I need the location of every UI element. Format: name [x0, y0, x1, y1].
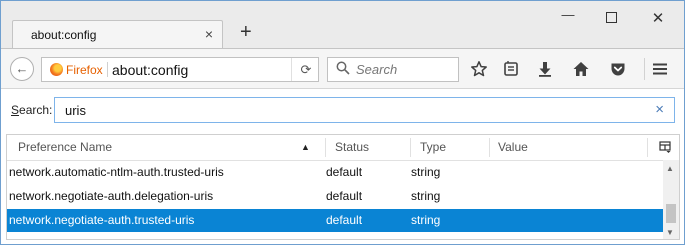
- identity-label[interactable]: Firefox: [66, 63, 103, 77]
- table-row-selected[interactable]: network.negotiate-auth.trusted-uris defa…: [7, 209, 663, 232]
- toolbar-separator: [644, 58, 645, 80]
- clear-search-icon[interactable]: ×: [655, 101, 664, 118]
- download-icon[interactable]: [535, 60, 555, 80]
- column-picker-icon[interactable]: [659, 141, 671, 153]
- maximize-icon: [605, 12, 617, 23]
- close-window-button[interactable]: ✕: [648, 11, 668, 27]
- config-search-value: uris: [65, 103, 86, 118]
- column-header-value[interactable]: Value: [498, 135, 528, 160]
- column-separator: [647, 138, 648, 157]
- table-row[interactable]: network.automatic-ntlm-auth.trusted-uris…: [7, 161, 663, 184]
- close-tab-icon[interactable]: ×: [205, 26, 213, 42]
- tab-about-config[interactable]: about:config ×: [12, 20, 223, 48]
- web-search-box[interactable]: Search: [327, 57, 459, 82]
- url-separator: [107, 62, 108, 77]
- pref-status: default: [326, 165, 363, 179]
- firefox-logo-icon: [50, 63, 63, 76]
- pref-status: default: [326, 213, 363, 227]
- pref-type: string: [411, 189, 441, 203]
- tab-title: about:config: [31, 28, 97, 42]
- column-header-status[interactable]: Status: [335, 135, 369, 160]
- scroll-up-icon[interactable]: ▲: [666, 164, 674, 173]
- vertical-scrollbar[interactable]: ▲ ▼: [663, 160, 679, 239]
- column-header-preference-name[interactable]: Preference Name: [18, 135, 112, 160]
- column-separator[interactable]: [489, 138, 490, 157]
- config-search-input[interactable]: uris ×: [54, 97, 675, 123]
- search-icon: [336, 61, 350, 75]
- back-button[interactable]: ←: [10, 57, 34, 81]
- scroll-down-icon[interactable]: ▼: [666, 228, 674, 237]
- preferences-table: Preference Name ▲ Status Type Value netw…: [6, 134, 680, 240]
- search-label-rest: earch:: [19, 103, 53, 117]
- pref-type: string: [411, 165, 441, 179]
- search-label-accesskey: S: [11, 103, 20, 117]
- star-icon[interactable]: [469, 60, 489, 80]
- new-tab-button[interactable]: +: [240, 22, 252, 42]
- column-separator[interactable]: [325, 138, 326, 157]
- search-placeholder: Search: [356, 62, 398, 77]
- navigation-toolbar: ← Firefox about:config ⟳ Search: [1, 48, 684, 89]
- reading-list-icon[interactable]: [501, 60, 521, 80]
- reload-button[interactable]: ⟳: [291, 58, 320, 81]
- menu-icon[interactable]: [650, 60, 670, 80]
- pref-type: string: [411, 213, 441, 227]
- browser-window: about:config × + — ✕ ← Firefox about:con…: [0, 0, 685, 245]
- title-bar: about:config × + — ✕: [1, 1, 684, 48]
- maximize-button[interactable]: [601, 11, 621, 27]
- pref-name: network.automatic-ntlm-auth.trusted-uris: [9, 165, 224, 179]
- scroll-thumb[interactable]: [666, 204, 676, 223]
- home-icon[interactable]: [571, 60, 591, 80]
- url-input[interactable]: about:config: [112, 62, 188, 78]
- pref-name: network.negotiate-auth.trusted-uris: [9, 213, 195, 227]
- column-separator[interactable]: [410, 138, 411, 157]
- pref-status: default: [326, 189, 363, 203]
- config-search-row: Search: uris ×: [1, 89, 684, 132]
- table-header: Preference Name ▲ Status Type Value: [7, 135, 679, 161]
- minimize-button[interactable]: —: [558, 7, 578, 23]
- pref-name: network.negotiate-auth.delegation-uris: [9, 189, 214, 203]
- url-bar[interactable]: Firefox about:config ⟳: [41, 57, 319, 82]
- column-header-type[interactable]: Type: [420, 135, 446, 160]
- table-row[interactable]: network.negotiate-auth.delegation-uris d…: [7, 185, 663, 208]
- sort-ascending-icon: ▲: [301, 142, 310, 152]
- pocket-icon[interactable]: [608, 60, 628, 80]
- config-search-label: Search:: [11, 103, 52, 117]
